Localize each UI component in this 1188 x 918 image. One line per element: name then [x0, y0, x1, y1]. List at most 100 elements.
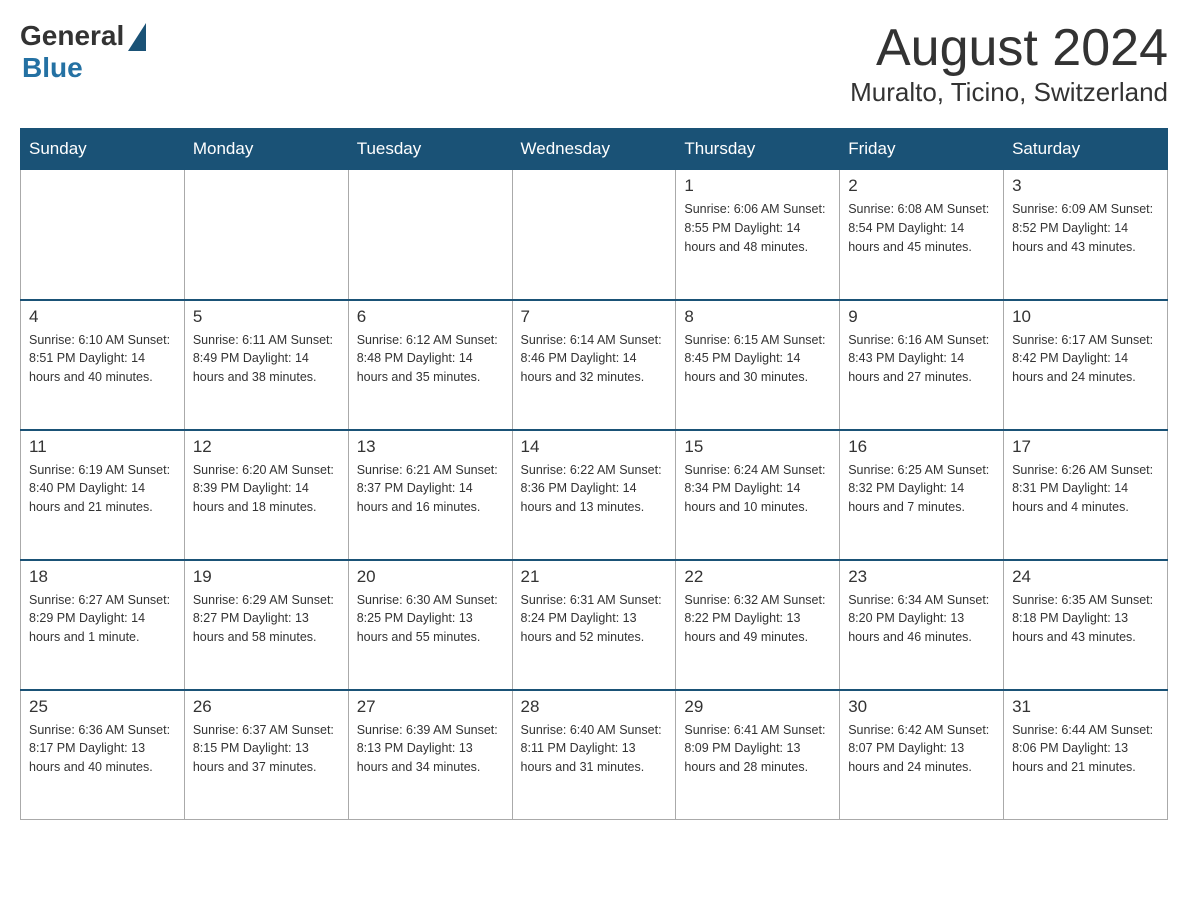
day-number: 24 — [1012, 567, 1159, 587]
calendar-cell: 3 Sunrise: 6:09 AM Sunset: 8:52 PM Daylig… — [1004, 170, 1168, 300]
day-info: Sunrise: 6:09 AM Sunset: 8:52 PM Dayligh… — [1012, 200, 1159, 256]
day-info: Sunrise: 6:27 AM Sunset: 8:29 PM Dayligh… — [29, 591, 176, 647]
day-info: Sunrise: 6:19 AM Sunset: 8:40 PM Dayligh… — [29, 461, 176, 517]
day-info: Sunrise: 6:20 AM Sunset: 8:39 PM Dayligh… — [193, 461, 340, 517]
day-info: Sunrise: 6:36 AM Sunset: 8:17 PM Dayligh… — [29, 721, 176, 777]
calendar-cell: 15 Sunrise: 6:24 AM Sunset: 8:34 PM Dayli… — [676, 430, 840, 560]
day-number: 27 — [357, 697, 504, 717]
day-number: 31 — [1012, 697, 1159, 717]
calendar-cell: 7 Sunrise: 6:14 AM Sunset: 8:46 PM Daylig… — [512, 300, 676, 430]
title-area: August 2024 Muralto, Ticino, Switzerland — [850, 20, 1168, 108]
day-number: 8 — [684, 307, 831, 327]
location-title: Muralto, Ticino, Switzerland — [850, 77, 1168, 108]
day-info: Sunrise: 6:34 AM Sunset: 8:20 PM Dayligh… — [848, 591, 995, 647]
day-info: Sunrise: 6:14 AM Sunset: 8:46 PM Dayligh… — [521, 331, 668, 387]
calendar-cell: 19Sunrise: 6:29 AM Sunset: 8:27 PM Dayli… — [184, 560, 348, 690]
calendar-cell: 26Sunrise: 6:37 AM Sunset: 8:15 PM Dayli… — [184, 690, 348, 820]
day-number: 23 — [848, 567, 995, 587]
calendar-cell: 17 Sunrise: 6:26 AM Sunset: 8:31 PM Dayli… — [1004, 430, 1168, 560]
day-info: Sunrise: 6:41 AM Sunset: 8:09 PM Dayligh… — [684, 721, 831, 777]
calendar-cell: 10Sunrise: 6:17 AM Sunset: 8:42 PM Dayli… — [1004, 300, 1168, 430]
day-info: Sunrise: 6:42 AM Sunset: 8:07 PM Dayligh… — [848, 721, 995, 777]
day-info: Sunrise: 6:26 AM Sunset: 8:31 PM Dayligh… — [1012, 461, 1159, 517]
calendar-table: SundayMondayTuesdayWednesdayThursdayFrid… — [20, 128, 1168, 820]
day-number: 2 — [848, 176, 995, 196]
calendar-cell: 11 Sunrise: 6:19 AM Sunset: 8:40 PM Dayli… — [21, 430, 185, 560]
day-number: 22 — [684, 567, 831, 587]
calendar-cell: 13Sunrise: 6:21 AM Sunset: 8:37 PM Dayli… — [348, 430, 512, 560]
calendar-cell: 5 Sunrise: 6:11 AM Sunset: 8:49 PM Daylig… — [184, 300, 348, 430]
day-number: 12 — [193, 437, 340, 457]
calendar-cell: 22 Sunrise: 6:32 AM Sunset: 8:22 PM Dayli… — [676, 560, 840, 690]
logo: General Blue — [20, 20, 146, 84]
calendar-cell: 30 Sunrise: 6:42 AM Sunset: 8:07 PM Dayli… — [840, 690, 1004, 820]
day-info: Sunrise: 6:25 AM Sunset: 8:32 PM Dayligh… — [848, 461, 995, 517]
day-info: Sunrise: 6:40 AM Sunset: 8:11 PM Dayligh… — [521, 721, 668, 777]
logo-triangle-icon — [128, 23, 146, 51]
calendar-cell — [184, 170, 348, 300]
day-number: 17 — [1012, 437, 1159, 457]
page-header: General Blue August 2024 Muralto, Ticino… — [20, 20, 1168, 108]
day-of-week-header: Thursday — [676, 129, 840, 170]
day-number: 11 — [29, 437, 176, 457]
day-info: Sunrise: 6:11 AM Sunset: 8:49 PM Dayligh… — [193, 331, 340, 387]
calendar-cell — [21, 170, 185, 300]
day-number: 7 — [521, 307, 668, 327]
day-info: Sunrise: 6:17 AM Sunset: 8:42 PM Dayligh… — [1012, 331, 1159, 387]
day-number: 18 — [29, 567, 176, 587]
day-number: 5 — [193, 307, 340, 327]
calendar-cell: 25 Sunrise: 6:36 AM Sunset: 8:17 PM Dayli… — [21, 690, 185, 820]
day-number: 21 — [521, 567, 668, 587]
day-info: Sunrise: 6:12 AM Sunset: 8:48 PM Dayligh… — [357, 331, 504, 387]
day-info: Sunrise: 6:31 AM Sunset: 8:24 PM Dayligh… — [521, 591, 668, 647]
day-number: 16 — [848, 437, 995, 457]
day-number: 4 — [29, 307, 176, 327]
day-info: Sunrise: 6:37 AM Sunset: 8:15 PM Dayligh… — [193, 721, 340, 777]
calendar-cell: 18 Sunrise: 6:27 AM Sunset: 8:29 PM Dayli… — [21, 560, 185, 690]
calendar-cell: 4 Sunrise: 6:10 AM Sunset: 8:51 PM Daylig… — [21, 300, 185, 430]
calendar-cell: 1 Sunrise: 6:06 AM Sunset: 8:55 PM Daylig… — [676, 170, 840, 300]
day-number: 9 — [848, 307, 995, 327]
day-info: Sunrise: 6:15 AM Sunset: 8:45 PM Dayligh… — [684, 331, 831, 387]
day-number: 30 — [848, 697, 995, 717]
day-number: 15 — [684, 437, 831, 457]
day-info: Sunrise: 6:06 AM Sunset: 8:55 PM Dayligh… — [684, 200, 831, 256]
day-number: 13 — [357, 437, 504, 457]
day-number: 3 — [1012, 176, 1159, 196]
calendar-cell: 8 Sunrise: 6:15 AM Sunset: 8:45 PM Daylig… — [676, 300, 840, 430]
logo-blue-text: Blue — [22, 52, 83, 84]
day-of-week-header: Wednesday — [512, 129, 676, 170]
day-number: 29 — [684, 697, 831, 717]
calendar-week-row: 18 Sunrise: 6:27 AM Sunset: 8:29 PM Dayli… — [21, 560, 1168, 690]
calendar-cell: 28 Sunrise: 6:40 AM Sunset: 8:11 PM Dayli… — [512, 690, 676, 820]
day-of-week-header: Sunday — [21, 129, 185, 170]
day-of-week-header: Tuesday — [348, 129, 512, 170]
calendar-week-row: 1 Sunrise: 6:06 AM Sunset: 8:55 PM Daylig… — [21, 170, 1168, 300]
calendar-week-row: 11 Sunrise: 6:19 AM Sunset: 8:40 PM Dayli… — [21, 430, 1168, 560]
logo-general-text: General — [20, 20, 124, 52]
day-number: 1 — [684, 176, 831, 196]
day-info: Sunrise: 6:32 AM Sunset: 8:22 PM Dayligh… — [684, 591, 831, 647]
day-of-week-header: Monday — [184, 129, 348, 170]
calendar-week-row: 25 Sunrise: 6:36 AM Sunset: 8:17 PM Dayli… — [21, 690, 1168, 820]
calendar-week-row: 4 Sunrise: 6:10 AM Sunset: 8:51 PM Daylig… — [21, 300, 1168, 430]
day-info: Sunrise: 6:39 AM Sunset: 8:13 PM Dayligh… — [357, 721, 504, 777]
day-number: 28 — [521, 697, 668, 717]
day-info: Sunrise: 6:24 AM Sunset: 8:34 PM Dayligh… — [684, 461, 831, 517]
calendar-cell: 27 Sunrise: 6:39 AM Sunset: 8:13 PM Dayli… — [348, 690, 512, 820]
day-number: 14 — [521, 437, 668, 457]
calendar-cell: 29 Sunrise: 6:41 AM Sunset: 8:09 PM Dayli… — [676, 690, 840, 820]
day-info: Sunrise: 6:10 AM Sunset: 8:51 PM Dayligh… — [29, 331, 176, 387]
calendar-cell — [512, 170, 676, 300]
day-info: Sunrise: 6:22 AM Sunset: 8:36 PM Dayligh… — [521, 461, 668, 517]
calendar-cell — [348, 170, 512, 300]
calendar-cell: 16 Sunrise: 6:25 AM Sunset: 8:32 PM Dayli… — [840, 430, 1004, 560]
day-info: Sunrise: 6:30 AM Sunset: 8:25 PM Dayligh… — [357, 591, 504, 647]
calendar-cell: 20Sunrise: 6:30 AM Sunset: 8:25 PM Dayli… — [348, 560, 512, 690]
day-of-week-header: Saturday — [1004, 129, 1168, 170]
calendar-cell: 9Sunrise: 6:16 AM Sunset: 8:43 PM Daylig… — [840, 300, 1004, 430]
day-info: Sunrise: 6:29 AM Sunset: 8:27 PM Dayligh… — [193, 591, 340, 647]
calendar-cell: 24Sunrise: 6:35 AM Sunset: 8:18 PM Dayli… — [1004, 560, 1168, 690]
day-number: 25 — [29, 697, 176, 717]
calendar-cell: 2Sunrise: 6:08 AM Sunset: 8:54 PM Daylig… — [840, 170, 1004, 300]
